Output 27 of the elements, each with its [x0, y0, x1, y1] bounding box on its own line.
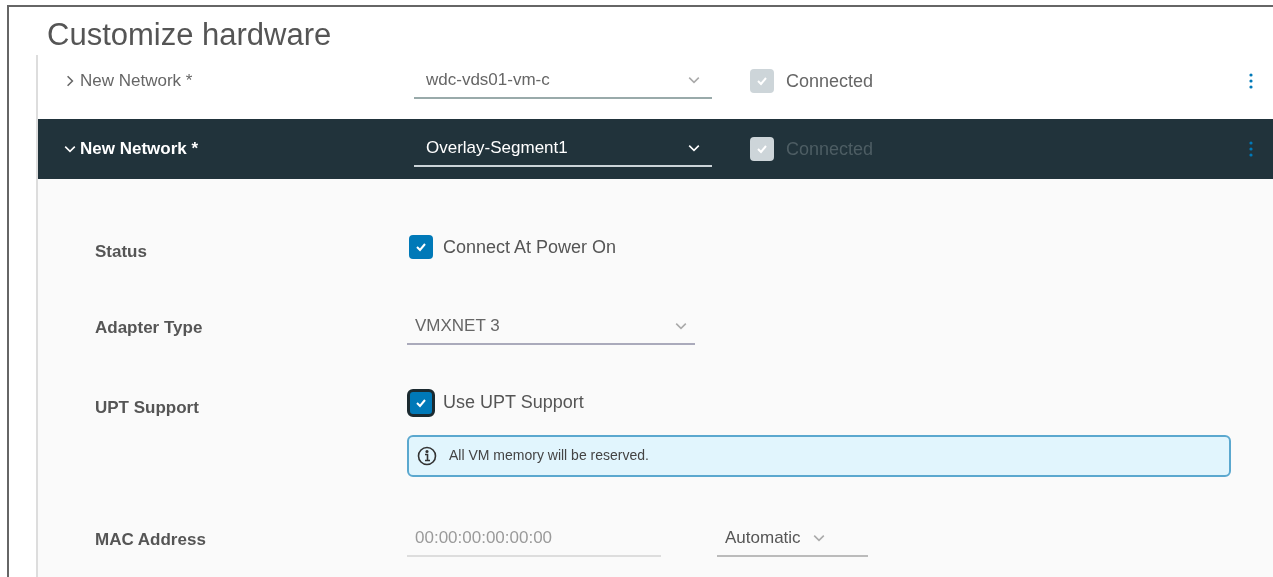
info-icon — [417, 445, 437, 466]
dialog-title: Customize hardware — [46, 16, 333, 54]
caret-icon — [688, 142, 700, 154]
checkmark-icon — [756, 143, 768, 155]
checkbox-label: Connect At Power On — [443, 235, 617, 259]
field-label: Adapter Type — [95, 316, 204, 339]
field-label: UPT Support — [95, 396, 200, 419]
checkbox-label: Use UPT Support — [443, 391, 584, 414]
checkbox[interactable] — [409, 235, 433, 259]
chevron-down-icon — [64, 143, 76, 155]
info-text: All VM memory will be reserved. — [449, 446, 649, 465]
mac-input[interactable]: 00:00:00:00:00:00 — [407, 520, 661, 557]
checkmark-icon — [756, 75, 768, 87]
adapter-select[interactable]: VMXNET 3 — [407, 308, 695, 345]
caret-icon — [688, 74, 700, 86]
field-label: MAC Address — [95, 528, 207, 551]
network-toggle[interactable]: New Network * — [64, 136, 414, 162]
mac-mode-select[interactable]: Automatic — [717, 520, 868, 557]
network-select[interactable]: Overlay-Segment1 — [414, 131, 712, 167]
connected-label: Connected — [786, 69, 874, 93]
checkmark-icon — [415, 241, 427, 253]
field-label: Status — [95, 241, 148, 263]
connected-checkbox[interactable] — [750, 137, 774, 161]
connected-checkbox[interactable] — [750, 69, 774, 93]
network-select[interactable]: wdc-vds01-vm-c — [414, 63, 712, 99]
chevron-right-icon — [64, 75, 76, 87]
network-toggle[interactable]: New Network * — [64, 68, 414, 94]
